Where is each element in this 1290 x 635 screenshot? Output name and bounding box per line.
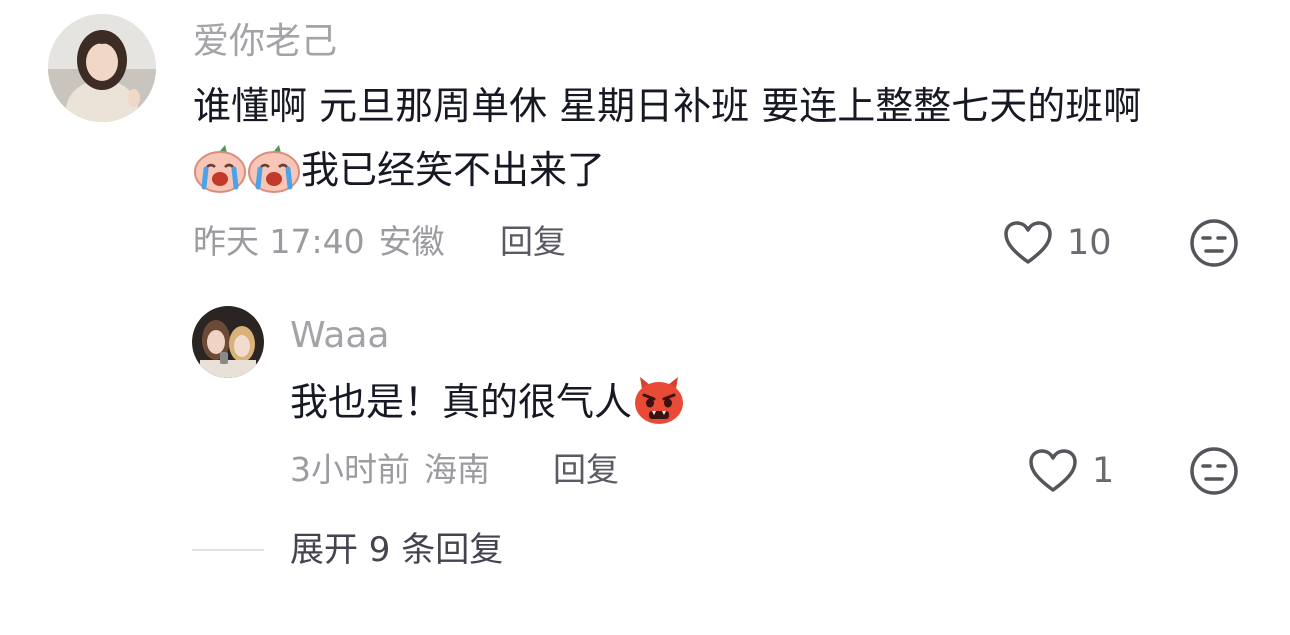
reply-meta: 3小时前 海南 bbox=[290, 448, 490, 492]
comment-dislike-button[interactable] bbox=[1189, 218, 1239, 268]
comment-thread: 爱你老己 谁懂啊 元旦那周单休 星期日补班 要连上整整七天的班啊 我已经笑不出来… bbox=[0, 0, 1290, 635]
heart-icon bbox=[1028, 448, 1078, 494]
reply-dislike-button[interactable] bbox=[1189, 446, 1239, 496]
reply-username[interactable]: Waaa bbox=[290, 314, 389, 358]
reply-like-button[interactable]: 1 bbox=[1028, 448, 1114, 494]
reply-avatar[interactable] bbox=[192, 306, 264, 378]
crying-face-emoji-icon bbox=[247, 145, 301, 193]
heart-icon bbox=[1003, 220, 1053, 266]
comment-meta: 昨天 17:40 安徽 bbox=[193, 220, 445, 264]
reply-text: 我也是！真的很气人 bbox=[290, 380, 633, 424]
comment-like-button[interactable]: 10 bbox=[1003, 220, 1112, 266]
unamused-face-icon bbox=[1189, 218, 1239, 268]
expand-divider bbox=[192, 549, 264, 551]
comment-username[interactable]: 爱你老己 bbox=[193, 20, 337, 64]
avatar[interactable] bbox=[48, 14, 156, 122]
crying-face-emoji-icon bbox=[193, 145, 247, 193]
comment-reply-button[interactable]: 回复 bbox=[500, 220, 566, 264]
reply-text-row: 我也是！真的很气人 bbox=[290, 373, 686, 431]
unamused-face-icon bbox=[1189, 446, 1239, 496]
comment-text-line-2: 我已经笑不出来了 bbox=[301, 148, 606, 192]
reply-location: 海南 bbox=[424, 450, 490, 489]
reply-reply-button[interactable]: 回复 bbox=[553, 448, 619, 492]
comment-text-line-2-row: 我已经笑不出来了 bbox=[193, 141, 605, 199]
expand-replies-button[interactable]: 展开 9 条回复 bbox=[290, 528, 503, 572]
comment-time: 昨天 17:40 bbox=[193, 222, 365, 261]
comment-text-line-1: 谁懂啊 元旦那周单休 星期日补班 要连上整整七天的班啊 bbox=[193, 84, 1142, 128]
reply-like-count: 1 bbox=[1092, 451, 1115, 491]
reply-time: 3小时前 bbox=[290, 450, 410, 489]
angry-devil-emoji-icon bbox=[632, 375, 686, 425]
comment-location: 安徽 bbox=[378, 222, 445, 261]
comment-like-count: 10 bbox=[1067, 223, 1112, 263]
